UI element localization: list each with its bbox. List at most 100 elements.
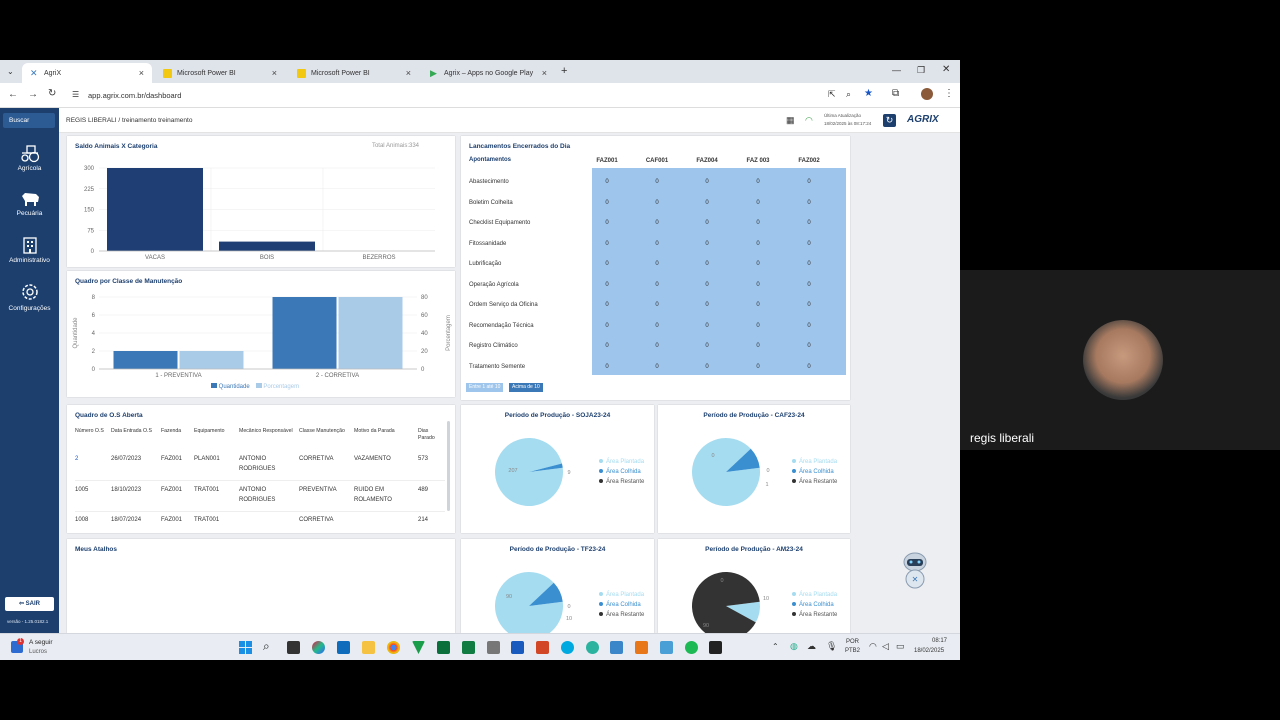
pie-card-caf: Período de Produção - CAF23-24 0 0 1 Área P… (658, 405, 850, 533)
robot-assistant-icon[interactable]: ✕ (898, 550, 932, 594)
tab-google-play[interactable]: ▶ Agrix – Apps no Google Play × (422, 63, 555, 83)
extensions-icon[interactable]: ⧉ (892, 88, 899, 99)
windows-start-icon[interactable] (239, 641, 252, 654)
bar (107, 168, 203, 251)
pie-data-label: 0 (766, 468, 769, 474)
back-icon[interactable]: ← (8, 89, 18, 100)
volume-icon[interactable]: ◁ (882, 641, 889, 652)
battery-icon[interactable]: ▭ (896, 641, 905, 652)
copilot-icon[interactable] (312, 641, 325, 654)
clock-time[interactable]: 08:17 (932, 638, 947, 644)
release-cell: 0 (655, 240, 659, 247)
outlook-icon[interactable] (337, 641, 350, 654)
farm-column-header: FAZ 003 (746, 158, 770, 164)
zoom-icon[interactable]: ⌕ (846, 89, 851, 100)
keyboard-code[interactable]: PTB2 (845, 648, 860, 654)
word-icon[interactable] (511, 641, 524, 654)
tray-app-icon[interactable]: ◍ (790, 641, 798, 652)
y-tick-label: 150 (84, 208, 95, 214)
search-button[interactable]: Buscar (3, 113, 55, 128)
search-icon[interactable]: ⌕ (263, 639, 270, 654)
clock-date[interactable]: 18/02/2025 (914, 648, 944, 654)
gear-icon (21, 284, 38, 300)
release-row-label: Checklist Equipamento (469, 220, 531, 226)
open-external-icon[interactable]: ⇱ (828, 89, 836, 100)
app-v-icon[interactable] (412, 641, 425, 654)
app-blue-icon[interactable] (610, 641, 623, 654)
language-code[interactable]: POR (846, 639, 859, 645)
terminal-icon[interactable] (709, 641, 722, 654)
spotify-icon[interactable] (685, 641, 698, 654)
sidebar-item-pecuaria[interactable]: Pecuária (0, 190, 59, 217)
url-field[interactable]: app.agrix.com.br/dashboard (88, 91, 181, 100)
release-cell: 0 (756, 220, 760, 226)
release-row-label: Registro Climático (469, 343, 518, 349)
tab-powerbi-1[interactable]: Microsoft Power BI × (155, 63, 285, 83)
skype-icon[interactable] (561, 641, 574, 654)
card-title: Quadro de O.S Aberta (75, 412, 143, 419)
chevron-up-icon[interactable]: ⌃ (772, 642, 779, 651)
building-icon (22, 237, 37, 254)
calculator-taskbar-icon[interactable] (487, 641, 500, 654)
release-cell: 0 (807, 261, 811, 267)
release-cell: 0 (605, 240, 609, 247)
file-explorer-icon[interactable] (362, 641, 375, 654)
tab-powerbi-2[interactable]: Microsoft Power BI × (289, 63, 419, 83)
badge-high: Acima de 10 (509, 383, 543, 392)
profile-avatar[interactable] (921, 88, 933, 100)
forward-icon[interactable]: → (28, 89, 38, 100)
sidebar-item-label: Administrativo (9, 257, 50, 264)
pie-card-tf: Período de Produção - TF23-24 90 0 10 Área … (461, 539, 654, 633)
release-cell: 0 (605, 363, 609, 370)
reload-icon[interactable]: ↻ (48, 88, 56, 99)
tab-search-icon[interactable]: ⌄ (7, 67, 14, 76)
release-row-label: Abastecimento (469, 179, 509, 185)
app-green-icon[interactable] (586, 641, 599, 654)
restore-icon[interactable]: ❐ (917, 65, 925, 76)
os-cell: TRAT001 (194, 517, 220, 523)
new-tab-icon[interactable]: + (561, 65, 567, 77)
site-info-icon[interactable]: ☰ (72, 90, 79, 99)
pie-data-label: 90 (703, 623, 709, 629)
excel-icon[interactable] (462, 641, 475, 654)
minimize-icon[interactable]: — (892, 65, 901, 75)
close-window-icon[interactable]: ✕ (942, 64, 950, 75)
task-view-icon[interactable] (287, 641, 300, 654)
release-cell: 0 (605, 302, 609, 308)
release-cell: 0 (655, 199, 659, 206)
release-cell: 0 (605, 261, 609, 267)
app-notepad-icon[interactable] (660, 641, 673, 654)
chrome-icon[interactable] (387, 641, 400, 654)
sidebar-item-agricola[interactable]: Agrícola (0, 143, 59, 172)
logout-button[interactable]: ⇦ SAIR (5, 597, 54, 611)
app-orange-icon[interactable] (635, 641, 648, 654)
sidebar-item-administrativo[interactable]: Administrativo (0, 235, 59, 264)
release-row-label: Fitossanidade (469, 240, 507, 247)
tray-cloud-icon[interactable]: ☁ (807, 641, 816, 652)
menu-dots-icon[interactable]: ⋮ (944, 88, 954, 99)
bar-quantidade (272, 297, 337, 369)
legend-label: Área Restante (799, 478, 838, 485)
pie-data-label: 0 (711, 453, 714, 459)
os-column-header: Motivo da Parada (354, 428, 395, 434)
wifi-tray-icon[interactable]: ◠ (869, 641, 877, 652)
tab-agrix[interactable]: ✕ AgriX × (22, 63, 152, 83)
app-sheet-icon[interactable] (437, 641, 450, 654)
close-icon[interactable]: × (542, 68, 547, 78)
close-icon[interactable]: × (139, 68, 144, 78)
release-cell: 0 (705, 281, 709, 288)
refresh-icon[interactable]: ↻ (883, 114, 896, 127)
legend-dot (792, 602, 796, 606)
scrollbar[interactable] (447, 421, 450, 511)
close-icon[interactable]: × (406, 68, 411, 78)
microphone-icon[interactable]: 🎙 (826, 641, 837, 652)
os-column-header: Classe Manutenção (299, 428, 345, 434)
pie-chart: 207 9 Área Plantada Área Colhida Área Restan… (495, 438, 645, 507)
calculator-icon[interactable]: ▦ (786, 115, 795, 126)
powerpoint-icon[interactable] (536, 641, 549, 654)
sidebar-item-configuracoes[interactable]: Configurações (0, 281, 59, 312)
bookmark-star-icon[interactable]: ★ (864, 88, 873, 99)
release-cell: 0 (756, 179, 760, 185)
y2-tick-label: 20 (421, 349, 428, 355)
close-icon[interactable]: × (272, 68, 277, 78)
